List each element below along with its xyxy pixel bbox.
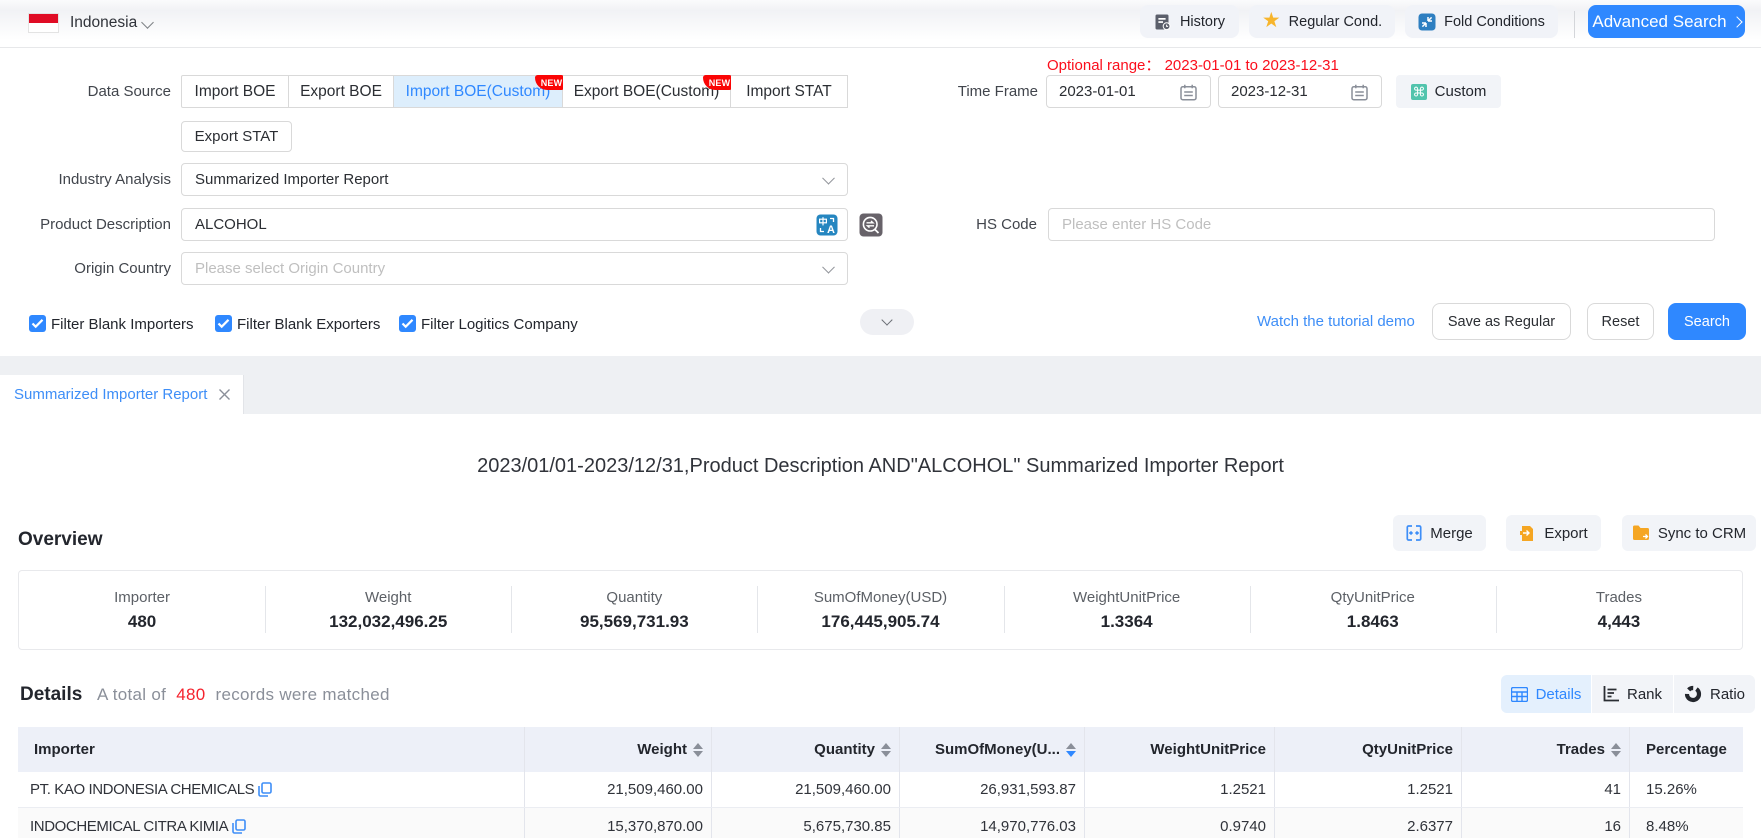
svg-text:⌘: ⌘ bbox=[1412, 84, 1425, 99]
svg-text:A: A bbox=[827, 224, 835, 236]
